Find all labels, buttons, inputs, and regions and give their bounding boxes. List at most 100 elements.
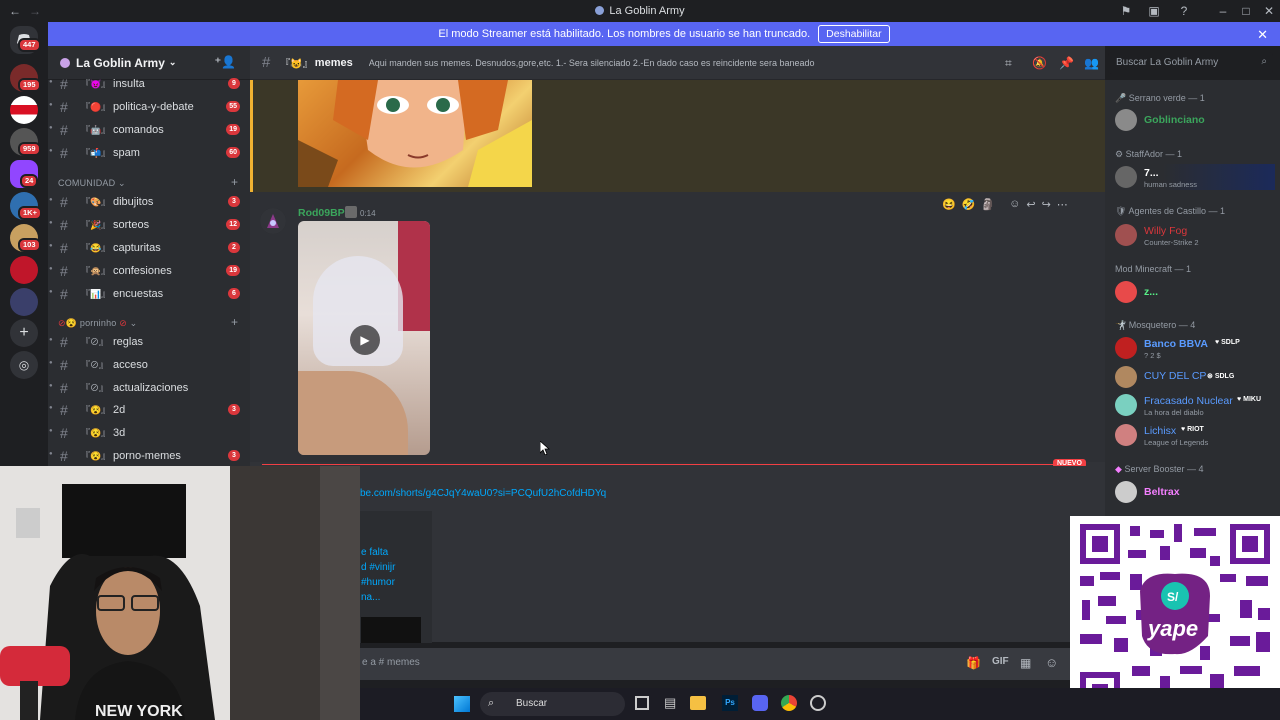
add-reaction-icon[interactable]: ☺ (1009, 198, 1020, 210)
hash-icon: # (60, 76, 68, 92)
channel-item[interactable]: ● # 『🙊』 confesiones 19 (48, 261, 250, 281)
channel-item[interactable]: ● # 『🎨』 dibujitos 3 (48, 192, 250, 212)
reaction-emoji-icon[interactable]: 😆 (942, 198, 956, 211)
emoji-icon: ⚙ (1115, 149, 1124, 159)
play-icon[interactable]: ▶ (350, 325, 380, 355)
mention-badge: 6 (228, 288, 240, 299)
embed-line[interactable]: na... (361, 592, 380, 603)
photoshop-icon[interactable]: Ps (722, 695, 738, 711)
help-icon[interactable]: ? (1177, 4, 1191, 18)
channel-item[interactable]: ● # 『⊘』 acceso (48, 355, 250, 375)
minimize-icon[interactable]: – (1216, 4, 1230, 18)
back-arrow-icon[interactable]: ← (8, 4, 22, 18)
search-icon: ⌕ (1261, 56, 1267, 67)
member-status: ? 2 $ (1144, 351, 1161, 360)
channel-item[interactable]: ● # 『😂』 capturitas 2 (48, 238, 250, 258)
channel-item[interactable]: ● # 『⊘』 actualizaciones (48, 378, 250, 398)
category-porninho[interactable]: ⊘😵 porninho ⊘ ⌄ (58, 318, 137, 329)
forward-arrow-icon[interactable]: → (28, 4, 42, 18)
message-link[interactable]: be.com/shorts/g4CJqY4waU0?si=PCQufU2hCof… (360, 488, 606, 499)
prohibited-icon: ⊘ (58, 318, 66, 328)
disable-streamer-button[interactable]: Deshabilitar (818, 25, 890, 43)
channel-name: comandos (113, 124, 164, 136)
create-channel-icon[interactable]: + (231, 175, 238, 189)
app-icon[interactable] (810, 695, 826, 711)
channel-item[interactable]: ● # 『😵』 porno-memes 3 (48, 446, 250, 466)
channel-emoji-icon: 『😺』 (280, 59, 313, 70)
group-label: Mod Minecraft — 1 (1115, 264, 1192, 274)
search-input[interactable]: Buscar La Goblin Army ⌕ (1108, 52, 1273, 74)
embed-line[interactable]: #humor (361, 577, 395, 588)
mention-badge: 19 (226, 265, 240, 276)
member-item[interactable]: z... (1115, 279, 1275, 305)
reaction-emoji-icon[interactable]: 🤣 (962, 198, 976, 211)
gif-icon[interactable]: GIF (992, 656, 1009, 667)
screen-share-icon[interactable]: ▣ (1147, 4, 1161, 18)
channel-item[interactable]: ● # 『🔴』 politica-y-debate 55 (48, 97, 250, 117)
sticker-icon[interactable]: ▦ (1020, 656, 1031, 670)
message-list-lower[interactable]: be.com/shorts/g4CJqY4waU0?si=PCQufU2hCof… (360, 466, 1105, 643)
message-list[interactable]: Rod09BP 0:14 😆 🤣 🗿 ☺ ↩ ↪ ⋯ ▶ (250, 80, 1105, 466)
member-item[interactable]: Lichisx ♥ RIOT League of Legends (1115, 422, 1275, 448)
discord-taskbar-icon[interactable] (752, 695, 768, 711)
explore-icon[interactable]: ◎ (10, 351, 38, 379)
close-window-icon[interactable]: ✕ (1262, 4, 1276, 18)
channel-item[interactable]: ● # 『🎉』 sorteos 12 (48, 215, 250, 235)
message-composer[interactable]: e a # memes 🎁 GIF ▦ ☺ (250, 648, 1105, 680)
channel-item[interactable]: ● # 『😈』 insulta 9 (48, 74, 250, 94)
category-comunidad[interactable]: COMUNIDAD ⌄ (58, 178, 126, 189)
server-icon-2[interactable] (10, 96, 38, 124)
channel-item[interactable]: ● # 『📬』 spam 60 (48, 143, 250, 163)
maximize-icon[interactable]: □ (1239, 4, 1253, 18)
threads-icon[interactable]: ⌗ (1005, 56, 1012, 71)
member-item[interactable]: 7... human sadness (1115, 164, 1275, 190)
channel-item[interactable]: ● # 『⊘』 reglas (48, 332, 250, 352)
forward-icon[interactable]: ↪ (1042, 198, 1051, 211)
video-foreground (298, 371, 408, 455)
member-item[interactable]: Fracasado Nuclear ♥ MIKU La hora del diabl… (1115, 392, 1275, 418)
embed-line[interactable]: d #vinijr (361, 562, 395, 573)
close-banner-icon[interactable]: ✕ (1257, 27, 1268, 43)
channel-item[interactable]: ● # 『😵』 3d (48, 423, 250, 443)
file-explorer-icon[interactable] (690, 696, 706, 710)
member-item[interactable]: Banco BBVA ♥ SDLP ? 2 $ (1115, 335, 1275, 361)
member-item[interactable]: Beltrax (1115, 479, 1275, 505)
widgets-icon[interactable]: ▤ (664, 695, 676, 711)
embed-thumbnail[interactable] (361, 617, 421, 643)
chrome-icon[interactable] (781, 695, 797, 711)
channel-item[interactable]: ● # 『🤖』 comandos 19 (48, 120, 250, 140)
member-item[interactable]: CUY DEL CP ⊛ SDLG (1115, 364, 1275, 390)
channel-emoji-icon: 『📬』 (81, 148, 111, 158)
reaction-emoji-icon[interactable]: 🗿 (981, 198, 995, 211)
video-attachment[interactable]: ▶ (298, 221, 430, 455)
embed-line[interactable]: e falta (361, 547, 388, 558)
reply-icon[interactable]: ↩ (1026, 198, 1035, 211)
pin-icon[interactable]: 📌 (1059, 56, 1074, 70)
channel-emoji-icon: 『😵』 (81, 428, 111, 438)
task-view-icon[interactable] (635, 696, 649, 710)
taskbar-search[interactable]: ⌕ Buscar (480, 692, 625, 716)
gift-icon[interactable]: 🎁 (966, 656, 981, 670)
user-avatar[interactable] (260, 208, 286, 234)
message-author[interactable]: Rod09BP (298, 207, 345, 219)
channel-item[interactable]: ● # 『📊』 encuestas 6 (48, 284, 250, 304)
member-list-icon[interactable]: 👥 (1084, 56, 1099, 70)
channel-emoji-icon: 『🎉』 (81, 220, 111, 230)
bullet: ● (49, 243, 53, 249)
start-icon[interactable] (454, 696, 470, 712)
image-attachment[interactable] (298, 80, 532, 187)
mute-bell-icon[interactable]: 🔕 (1032, 56, 1047, 70)
channel-topic[interactable]: Aqui manden sus memes. Desnudos,gore,etc… (369, 58, 849, 68)
inbox-flag-icon[interactable]: ⚑ (1119, 4, 1133, 18)
emoji-picker-icon[interactable]: ☺ (1045, 655, 1058, 670)
server-icon-8[interactable] (10, 288, 38, 316)
channel-item[interactable]: ● # 『😵』 2d 3 (48, 400, 250, 420)
server-icon-7[interactable] (10, 256, 38, 284)
member-avatar (1115, 424, 1137, 446)
invite-people-icon[interactable]: ⁺👤 (215, 55, 236, 69)
more-options-icon[interactable]: ⋯ (1057, 198, 1068, 211)
member-item[interactable]: Willy Fog Counter-Strike 2 (1115, 222, 1275, 248)
member-item[interactable]: Goblinciano (1115, 107, 1275, 133)
create-channel-icon[interactable]: + (231, 315, 238, 329)
add-server-icon[interactable]: + (10, 319, 38, 347)
